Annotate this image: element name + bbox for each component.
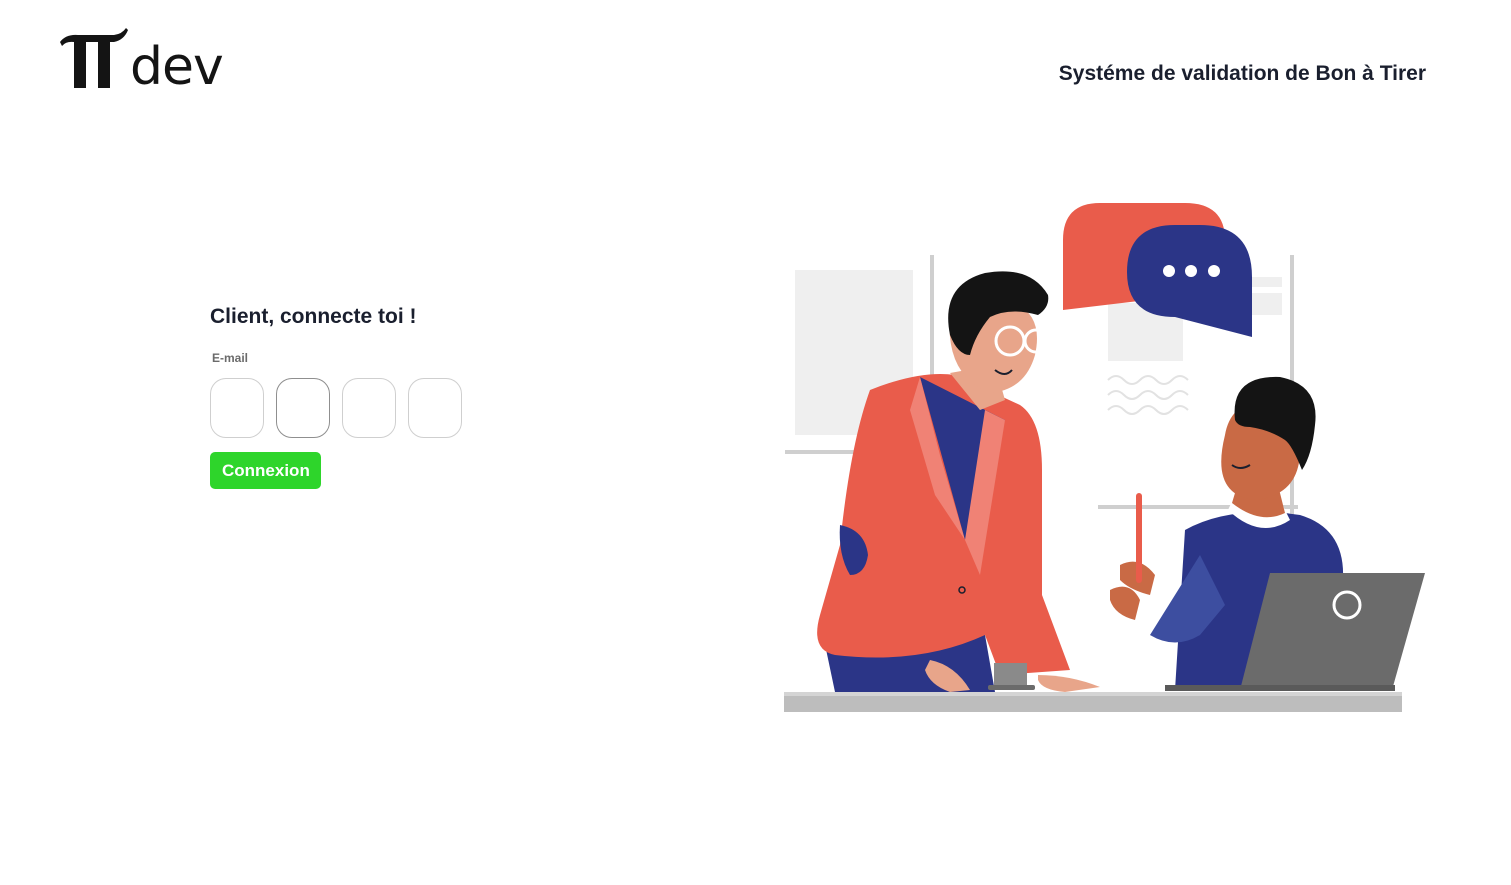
login-button[interactable]: Connexion xyxy=(210,452,321,489)
illustration-svg xyxy=(784,203,1425,712)
login-page: dev Systéme de validation de Bon à Tirer… xyxy=(0,0,1511,885)
laptop-icon xyxy=(1240,573,1425,690)
code-input-1[interactable] xyxy=(210,378,264,438)
code-input-2[interactable] xyxy=(276,378,330,438)
email-label: E-mail xyxy=(212,351,249,365)
code-input-group xyxy=(210,378,530,438)
code-input-4[interactable] xyxy=(408,378,462,438)
pencil-icon xyxy=(1136,493,1142,583)
brand-logo[interactable]: dev xyxy=(58,28,224,97)
login-form: Client, connecte toi ! E-mail Connexion xyxy=(210,305,530,489)
login-heading: Client, connecte toi ! xyxy=(210,305,417,328)
app-title: Systéme de validation de Bon à Tirer xyxy=(1058,62,1426,85)
logo-text: dev xyxy=(130,37,224,97)
cup-icon xyxy=(994,663,1027,687)
code-input-3[interactable] xyxy=(342,378,396,438)
collaboration-illustration xyxy=(780,195,1440,725)
pi-logo-icon xyxy=(58,28,128,90)
